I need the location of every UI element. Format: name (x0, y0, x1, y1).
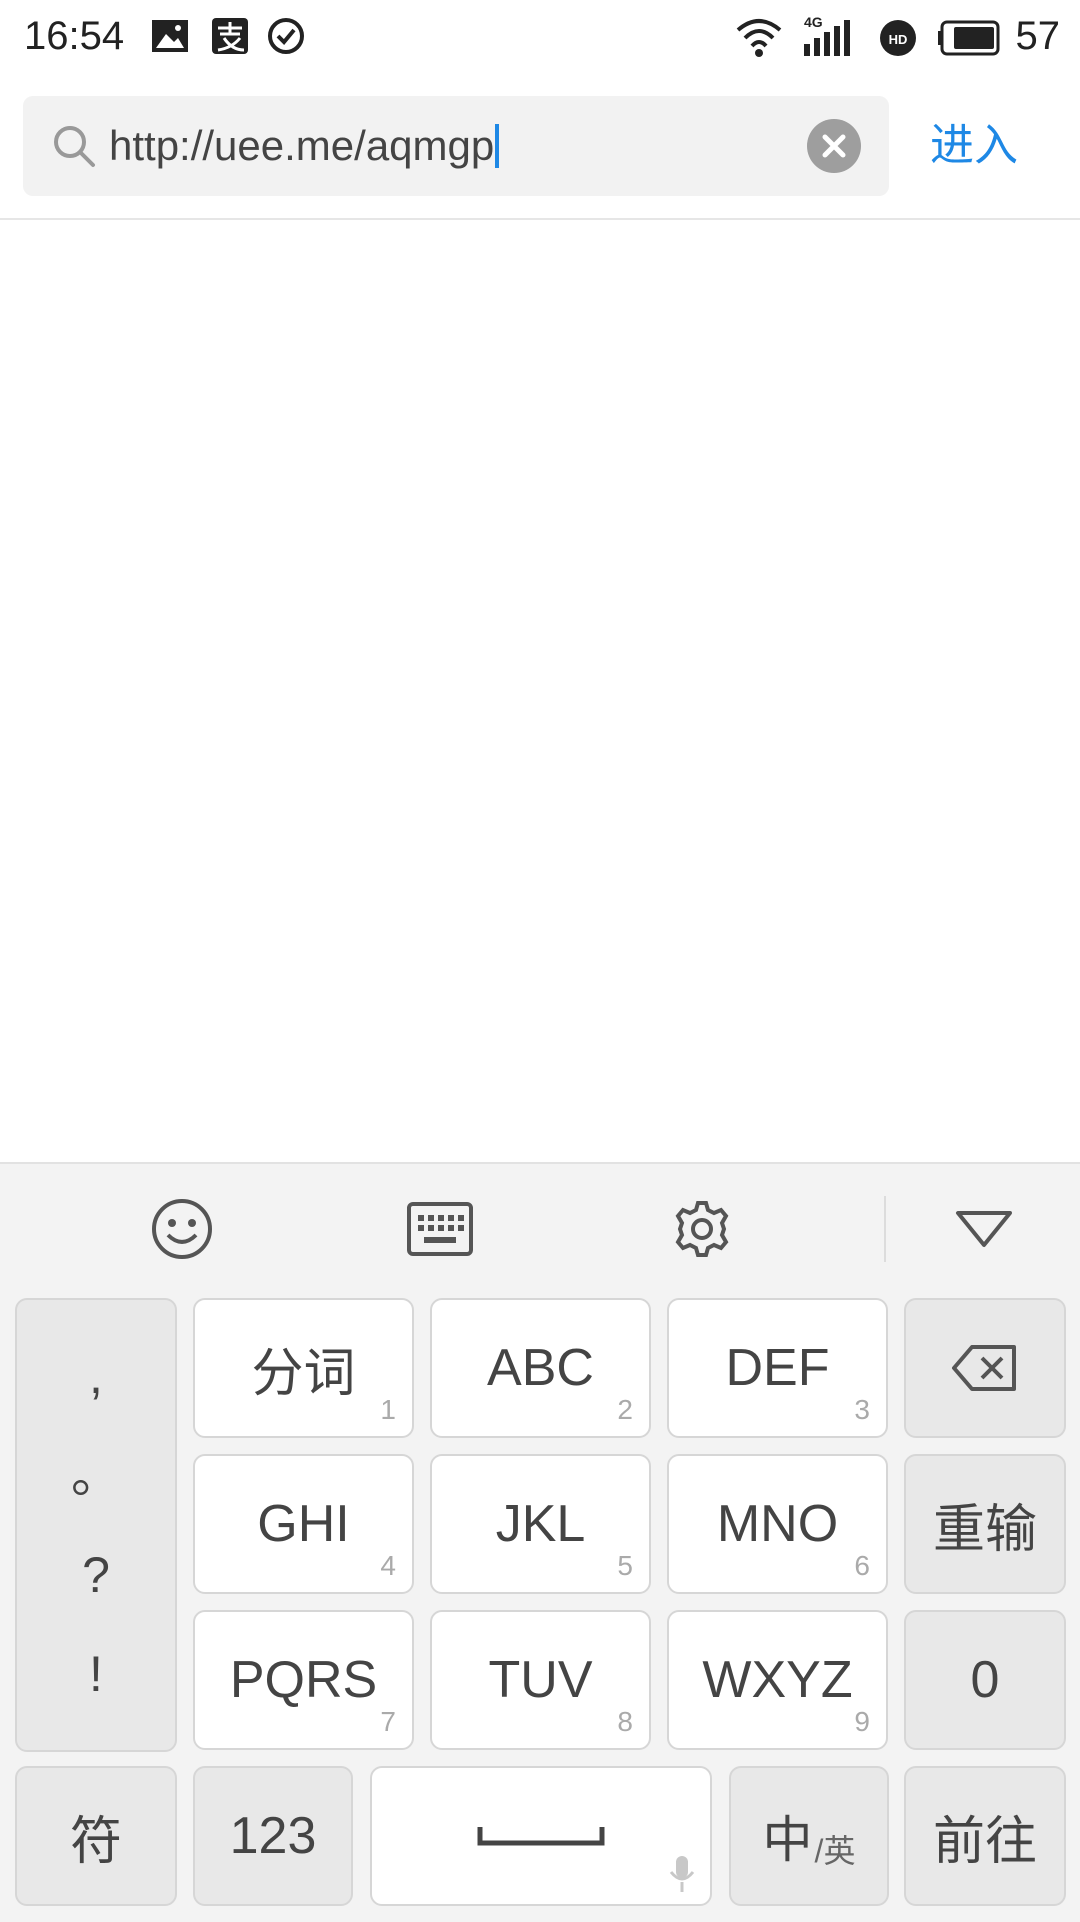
cellular-signal-icon: 4G (800, 14, 860, 58)
key-2[interactable]: ABC 2 (430, 1298, 651, 1438)
close-icon (822, 134, 846, 158)
keyboard-switch-button[interactable] (396, 1194, 484, 1264)
svg-text:HD: HD (889, 32, 908, 47)
url-input[interactable]: http://uee.me/aqmgp (23, 96, 889, 196)
key-9[interactable]: WXYZ 9 (667, 1610, 888, 1750)
url-text: http://uee.me/aqmgp (109, 122, 495, 169)
go-key[interactable]: 前往 (904, 1766, 1066, 1906)
key-0[interactable]: 0 (904, 1610, 1066, 1750)
number-key[interactable]: 123 (193, 1766, 353, 1906)
triangle-down-icon (956, 1211, 1012, 1247)
wifi-icon (736, 19, 782, 57)
battery-level: 57 (1015, 14, 1061, 58)
keyboard-toolbar (0, 1164, 1080, 1292)
key-6[interactable]: MNO 6 (667, 1454, 888, 1594)
punctuation-key[interactable]: , 。 ? ! (15, 1298, 177, 1752)
key-8[interactable]: TUV 8 (430, 1610, 651, 1750)
enter-button[interactable]: 进入 (930, 116, 1018, 176)
key-3[interactable]: DEF 3 (667, 1298, 888, 1438)
status-time: 16:54 (24, 14, 125, 58)
punct-question: ? (82, 1546, 110, 1603)
check-circle-icon (268, 18, 304, 54)
key-1[interactable]: 分词 1 (193, 1298, 414, 1438)
gallery-icon (152, 20, 188, 52)
search-header: http://uee.me/aqmgp 进入 (0, 76, 1080, 220)
search-icon (54, 126, 95, 167)
key-4[interactable]: GHI 4 (193, 1454, 414, 1594)
key-7[interactable]: PQRS 7 (193, 1610, 414, 1750)
battery-icon (938, 20, 1000, 56)
space-bar-icon (477, 1827, 605, 1846)
alipay-icon (212, 18, 248, 54)
hide-keyboard-button[interactable] (944, 1194, 1024, 1264)
emoji-icon (152, 1199, 212, 1259)
punct-exclaim: ! (89, 1646, 103, 1703)
symbol-key[interactable]: 符 (15, 1766, 177, 1906)
gear-icon (675, 1201, 729, 1257)
reset-key[interactable]: 重输 (904, 1454, 1066, 1594)
toolbar-divider (884, 1196, 886, 1262)
backspace-key[interactable] (904, 1298, 1066, 1438)
hd-voice-icon: HD (880, 20, 916, 56)
language-switch-key[interactable]: 中/英 (729, 1766, 889, 1906)
clear-button[interactable] (807, 119, 861, 173)
status-bar: 16:54 4G HD 57 (0, 0, 1080, 76)
keyboard: , 。 ? ! 分词 1 ABC 2 DEF 3 GHI 4 JKL 5 MNO 6 重输 … (0, 1162, 1080, 1922)
punct-period: 。 (71, 1447, 121, 1504)
settings-button[interactable] (660, 1194, 744, 1264)
backspace-icon (952, 1345, 1016, 1391)
punct-comma: , (89, 1347, 103, 1404)
space-key[interactable] (370, 1766, 712, 1906)
text-cursor (495, 124, 500, 168)
keyboard-icon (407, 1202, 473, 1256)
emoji-button[interactable] (140, 1194, 224, 1264)
key-5[interactable]: JKL 5 (430, 1454, 651, 1594)
microphone-icon (669, 1856, 695, 1892)
